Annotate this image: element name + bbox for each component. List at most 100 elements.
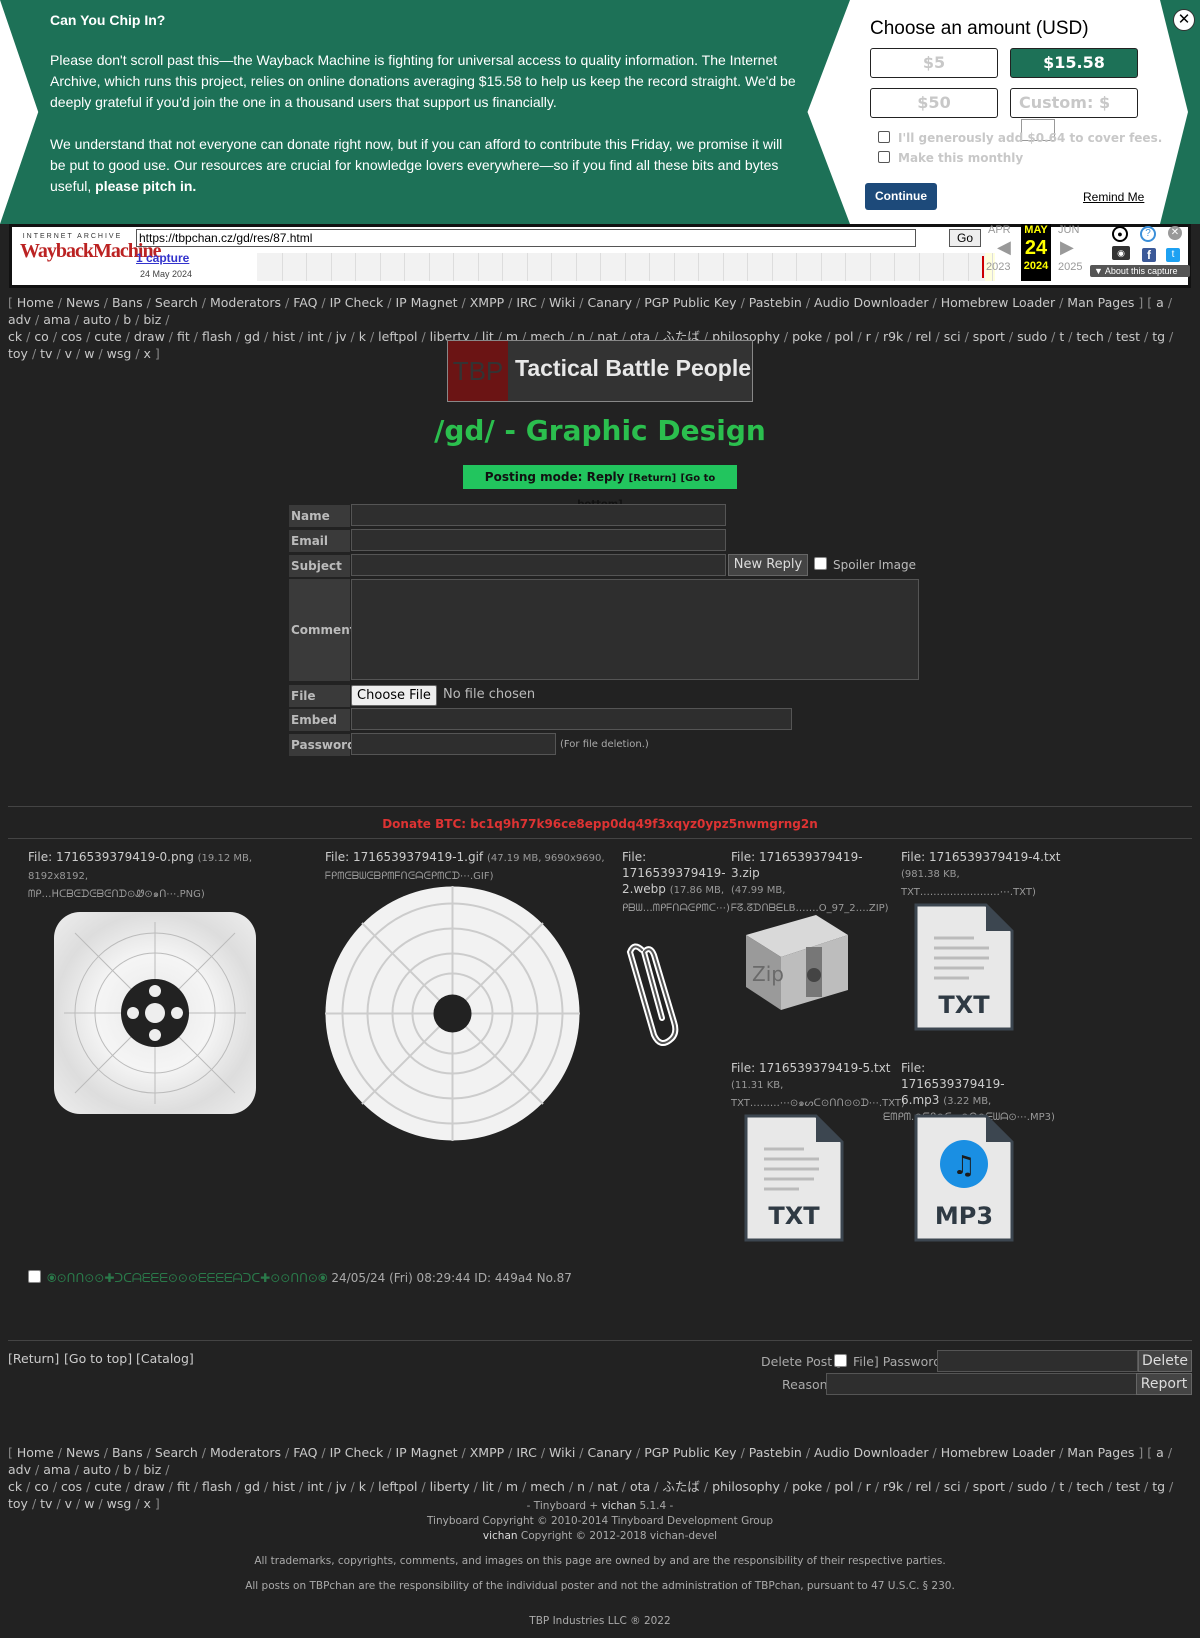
go-to-top-link[interactable]: [Go to top] bbox=[64, 1351, 132, 1366]
amount-5-button[interactable]: $5 bbox=[870, 48, 998, 78]
report-reason-input[interactable] bbox=[826, 1373, 1138, 1395]
delete-button[interactable]: Delete bbox=[1138, 1350, 1192, 1372]
boardlist-link[interactable]: draw bbox=[134, 1479, 165, 1494]
boardlist-link[interactable]: Pastebin bbox=[749, 295, 802, 310]
boardlist-link[interactable]: jv bbox=[336, 329, 347, 344]
boardlist-link[interactable]: Wiki bbox=[549, 295, 575, 310]
boardlist-link[interactable]: jv bbox=[336, 1479, 347, 1494]
boardlist-link[interactable]: cute bbox=[94, 329, 121, 344]
boardlist-link[interactable]: FAQ bbox=[293, 295, 317, 310]
cover-fees-box[interactable] bbox=[878, 131, 890, 143]
subject-input[interactable] bbox=[351, 554, 726, 576]
continue-button[interactable]: Continue bbox=[865, 183, 937, 210]
boardlist-link[interactable]: Man Pages bbox=[1067, 295, 1134, 310]
help-icon[interactable]: ? bbox=[1140, 226, 1156, 242]
post-select-checkbox[interactable] bbox=[28, 1270, 41, 1283]
boardlist-link[interactable]: tech bbox=[1076, 1479, 1103, 1494]
boardlist-link[interactable]: test bbox=[1116, 1479, 1140, 1494]
boardlist-link[interactable]: ama bbox=[43, 312, 71, 327]
amount-50-button[interactable]: $50 bbox=[870, 88, 998, 118]
zip-icon[interactable]: Zip bbox=[736, 905, 854, 1015]
boardlist-link[interactable]: t bbox=[1059, 1479, 1064, 1494]
boardlist-link[interactable]: Home bbox=[17, 1445, 54, 1460]
boardlist-link[interactable]: r bbox=[866, 1479, 871, 1494]
boardlist-link[interactable]: XMPP bbox=[470, 1445, 504, 1460]
file-name-1[interactable]: 1716539379419-1.gif bbox=[353, 850, 483, 864]
comment-textarea[interactable] bbox=[351, 579, 919, 680]
boardlist-link[interactable]: XMPP bbox=[470, 295, 504, 310]
file-thumb-1[interactable] bbox=[325, 886, 580, 1141]
boardlist-link[interactable]: m bbox=[506, 1479, 518, 1494]
boardlist-link[interactable]: Audio Downloader bbox=[814, 1445, 928, 1460]
file-thumb-0[interactable] bbox=[54, 912, 256, 1114]
wayback-url-input[interactable]: https://tbpchan.cz/gd/res/87.html bbox=[136, 229, 916, 247]
boardlist-link[interactable]: flash bbox=[202, 329, 232, 344]
boardlist-link[interactable]: mech bbox=[530, 1479, 565, 1494]
facebook-icon[interactable]: f bbox=[1142, 248, 1156, 262]
boardlist-link[interactable]: sci bbox=[944, 329, 961, 344]
vichan-link[interactable]: vichan bbox=[483, 1530, 518, 1542]
boardlist-link[interactable]: liberty bbox=[430, 1479, 470, 1494]
boardlist-link[interactable]: ふたば bbox=[662, 1479, 700, 1494]
boardlist-link[interactable]: Home bbox=[17, 295, 54, 310]
boardlist-link[interactable]: cos bbox=[61, 1479, 82, 1494]
boardlist-link[interactable]: philosophy bbox=[712, 1479, 780, 1494]
boardlist-link[interactable]: Bans bbox=[112, 295, 143, 310]
boardlist-link[interactable]: r9k bbox=[883, 329, 903, 344]
boardlist-link[interactable]: leftpol bbox=[378, 1479, 417, 1494]
boardlist-link[interactable]: auto bbox=[83, 312, 111, 327]
boardlist-link[interactable]: IP Check bbox=[330, 1445, 384, 1460]
email-input[interactable] bbox=[351, 529, 726, 551]
boardlist-link[interactable]: auto bbox=[83, 1462, 111, 1477]
paperclip-icon[interactable] bbox=[624, 940, 684, 1050]
return-link[interactable]: [Return] bbox=[629, 473, 677, 484]
delete-file-checkbox[interactable] bbox=[834, 1354, 847, 1367]
boardlist-link[interactable]: co bbox=[34, 1479, 49, 1494]
boardlist-link[interactable]: b bbox=[123, 1462, 131, 1477]
next-capture-icon[interactable]: ▶ bbox=[1060, 237, 1074, 258]
boardlist-link[interactable]: sci bbox=[944, 1479, 961, 1494]
boardlist-link[interactable]: IP Check bbox=[330, 295, 384, 310]
captures-link[interactable]: 1 capture bbox=[136, 251, 189, 265]
choose-file-button[interactable]: Choose File bbox=[351, 685, 437, 706]
boardlist-link[interactable]: IRC bbox=[516, 295, 536, 310]
delete-password-input[interactable] bbox=[937, 1350, 1138, 1372]
boardlist-link[interactable]: co bbox=[34, 329, 49, 344]
boardlist-link[interactable]: hist bbox=[272, 1479, 295, 1494]
boardlist-link[interactable]: PGP Public Key bbox=[644, 1445, 736, 1460]
boardlist-link[interactable]: News bbox=[66, 1445, 100, 1460]
timeline-capture-marker[interactable] bbox=[982, 256, 984, 278]
file-name-4[interactable]: 1716539379419-4.txt bbox=[929, 850, 1061, 864]
boardlist-link[interactable]: sport bbox=[973, 329, 1005, 344]
report-button[interactable]: Report bbox=[1136, 1373, 1192, 1395]
boardlist-link[interactable]: sport bbox=[973, 1479, 1005, 1494]
new-reply-button[interactable]: New Reply bbox=[728, 554, 808, 576]
boardlist-link[interactable]: lit bbox=[482, 1479, 494, 1494]
boardlist-link[interactable]: w bbox=[84, 346, 94, 361]
wayback-go-button[interactable]: Go bbox=[949, 229, 981, 247]
boardlist-link[interactable]: ck bbox=[8, 329, 22, 344]
next-month[interactable]: JUN bbox=[1058, 224, 1079, 236]
boardlist-link[interactable]: gd bbox=[244, 329, 260, 344]
boardlist-link[interactable]: pol bbox=[834, 1479, 853, 1494]
custom-amount-field[interactable]: Custom: $ bbox=[1010, 88, 1138, 141]
vichan-link[interactable]: vichan bbox=[601, 1500, 636, 1512]
boardlist-link[interactable]: tv bbox=[40, 346, 52, 361]
txt-file-icon[interactable]: TXT bbox=[744, 1114, 844, 1242]
boardlist-link[interactable]: tg bbox=[1152, 1479, 1165, 1494]
boardlist-link[interactable]: tg bbox=[1152, 329, 1165, 344]
boardlist-link[interactable]: Search bbox=[155, 1445, 198, 1460]
boardlist-link[interactable]: Bans bbox=[112, 1445, 143, 1460]
boardlist-link[interactable]: Wiki bbox=[549, 1445, 575, 1460]
boardlist-link[interactable]: int bbox=[307, 1479, 323, 1494]
about-capture-button[interactable]: ▼ About this capture bbox=[1090, 265, 1190, 277]
boardlist-link[interactable]: Moderators bbox=[210, 295, 281, 310]
boardlist-link[interactable]: rel bbox=[916, 329, 932, 344]
boardlist-link[interactable]: cute bbox=[94, 1479, 121, 1494]
boardlist-link[interactable]: v bbox=[65, 346, 72, 361]
user-icon[interactable]: ● bbox=[1112, 226, 1128, 242]
boardlist-link[interactable]: rel bbox=[916, 1479, 932, 1494]
boardlist-link[interactable]: flash bbox=[202, 1479, 232, 1494]
boardlist-link[interactable]: a bbox=[1156, 1445, 1164, 1460]
embed-input[interactable] bbox=[351, 708, 792, 730]
